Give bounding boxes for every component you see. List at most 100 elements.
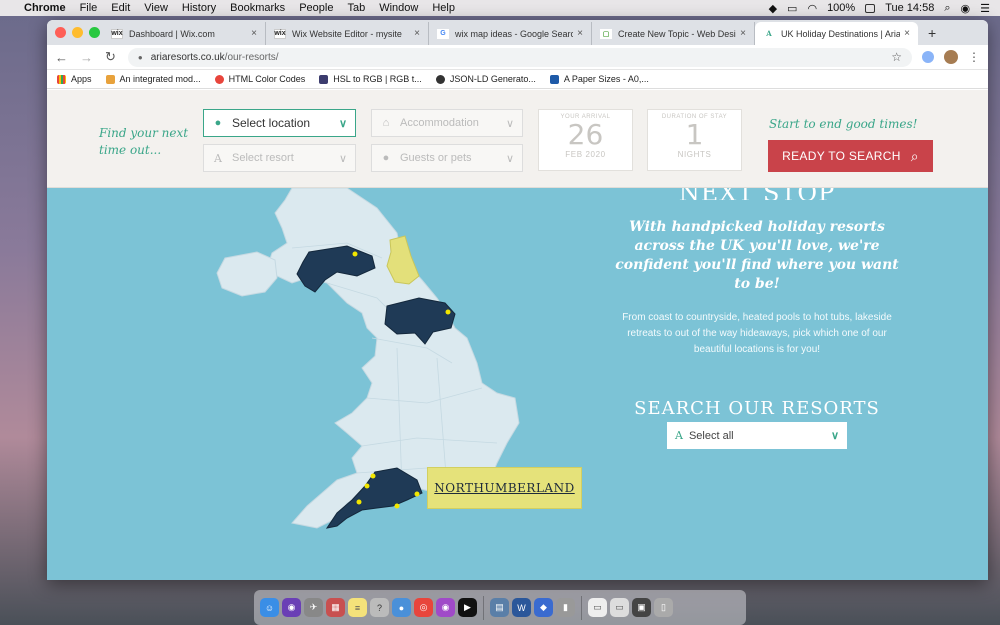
arrival-date-picker[interactable]: YOUR ARRIVAL 26 FEB 2020 [538,109,633,171]
xcode-icon[interactable]: ◆ [534,598,553,617]
forward-arrow-icon[interactable]: → [80,50,93,65]
address-path: /our-resorts/ [224,51,279,63]
siri-icon[interactable]: ◉ [961,2,971,15]
chrome-menu-icon[interactable]: ⋮ [968,50,980,64]
resort-marker[interactable] [394,503,400,509]
menu-history[interactable]: History [182,2,216,14]
bookmark-label: Apps [71,74,92,84]
menu-bookmarks[interactable]: Bookmarks [230,2,285,14]
chrome-window: wix Dashboard | Wix.com × wix Wix Websit… [47,20,988,580]
person-icon: ● [382,152,390,164]
utility-icon[interactable]: ▮ [556,598,575,617]
close-tab-icon[interactable]: × [577,28,583,39]
resort-marker[interactable] [370,473,376,479]
resort-marker[interactable] [356,499,362,505]
browser-toolbar: ← → ↻ ● ariaresorts.co.uk /our-resorts/ … [47,45,988,70]
menu-people[interactable]: People [299,2,333,14]
intro-blurb: From coast to countryside, heated pools … [622,312,892,355]
document-icon[interactable]: ▭ [588,598,607,617]
bookmark-label: An integrated mod... [119,74,201,84]
close-window-button[interactable] [55,27,66,38]
finder-icon[interactable]: ☺ [260,598,279,617]
menu-file[interactable]: File [80,2,98,14]
tab-wix-editor[interactable]: wix Wix Website Editor - mysite × [266,22,429,45]
battery-icon[interactable] [865,3,876,13]
bookmark-html-color-codes[interactable]: HTML Color Codes [214,74,306,84]
bookmark-favicon-icon [549,74,559,84]
bookmark-json-ld[interactable]: JSON-LD Generato... [435,74,536,84]
resort-marker[interactable] [414,491,420,497]
tab-title: Wix Website Editor - mysite [292,28,402,39]
extension-icon[interactable] [922,51,934,63]
trash-icon[interactable]: ▯ [654,598,673,617]
resort-marker[interactable] [352,251,358,257]
word-icon[interactable]: W [512,598,531,617]
wifi-icon[interactable]: ◠ [807,2,817,15]
search-tagline: Find your next time out... [99,126,189,157]
close-tab-icon[interactable]: × [904,28,910,39]
menubar-clock[interactable]: Tue 14:58 [885,2,934,14]
menu-edit[interactable]: Edit [111,2,130,14]
close-tab-icon[interactable]: × [414,28,420,39]
resort-marker[interactable] [445,309,451,315]
menu-view[interactable]: View [144,2,168,14]
podcasts-icon[interactable]: ◉ [436,598,455,617]
minimize-window-button[interactable] [72,27,83,38]
notes-icon[interactable]: ≡ [348,598,367,617]
uk-regions-map [216,188,520,529]
bookmark-paper-sizes[interactable]: A Paper Sizes - A0,... [549,74,649,84]
menu-tab[interactable]: Tab [347,2,365,14]
location-select[interactable]: ● Select location ∨ [203,109,356,137]
new-tab-button[interactable]: + [918,25,946,45]
airplay-icon[interactable]: ▭ [787,2,797,15]
zoom-window-button[interactable] [89,27,100,38]
menu-window[interactable]: Window [379,2,418,14]
arrival-month: FEB 2020 [565,150,606,159]
resort-marker[interactable] [364,483,370,489]
close-tab-icon[interactable]: × [251,28,257,39]
messages-icon[interactable]: ● [392,598,411,617]
help-icon[interactable]: ? [370,598,389,617]
duration-picker[interactable]: DURATION OF STAY 1 NIGHTS [647,109,742,171]
address-bar[interactable]: ● ariaresorts.co.uk /our-resorts/ ☆ [127,47,912,67]
guests-select[interactable]: ● Guests or pets ∨ [371,144,523,172]
back-arrow-icon[interactable]: ← [55,50,68,65]
lock-icon[interactable]: ● [138,53,143,62]
tab-aria-resorts[interactable]: A UK Holiday Destinations | Aria R × [755,22,918,45]
bookmark-hsl-to-rgb[interactable]: HSL to RGB | RGB t... [319,74,422,84]
bookmark-label: HTML Color Codes [228,74,306,84]
chrome-icon[interactable]: ◎ [414,598,433,617]
screenshot-icon[interactable]: ▣ [632,598,651,617]
tab-wix-dashboard[interactable]: wix Dashboard | Wix.com × [103,22,266,45]
northern-ireland-landmass [216,251,278,297]
spotlight-icon[interactable]: ⌕ [944,2,950,15]
siri-dock-icon[interactable]: ◉ [282,598,301,617]
document-icon[interactable]: ▭ [610,598,629,617]
bookmark-integrated-mod[interactable]: An integrated mod... [105,74,201,84]
close-tab-icon[interactable]: × [740,28,746,39]
bookmark-apps[interactable]: Apps [57,74,92,84]
menu-help[interactable]: Help [432,2,455,14]
chevron-down-icon: ∨ [338,152,347,165]
bookmark-star-icon[interactable]: ☆ [891,50,902,64]
region-select-all[interactable]: A Select all ∨ [667,422,847,449]
launchpad-icon[interactable]: ✈ [304,598,323,617]
accommodation-select[interactable]: ⌂ Accommodation ∨ [371,109,523,137]
reload-icon[interactable]: ↻ [105,49,116,65]
duration-value: 1 [685,118,704,151]
calendar-icon[interactable]: ▦ [326,598,345,617]
search-resorts-heading: SEARCH OUR RESORTS [634,398,880,419]
aria-logo-icon: A [214,151,222,165]
tab-google-search[interactable]: G wix map ideas - Google Search × [429,22,592,45]
region-tooltip[interactable]: NORTHUMBERLAND [427,467,582,509]
tab-web-design-topic[interactable]: ▢ Create New Topic - Web Design × [592,22,755,45]
apple-tv-icon[interactable]: ▶ [458,598,477,617]
menu-app-name[interactable]: Chrome [24,2,66,14]
preview-icon[interactable]: ▤ [490,598,509,617]
profile-avatar[interactable] [944,50,958,64]
resort-select[interactable]: A Select resort ∨ [203,144,356,172]
wix-favicon-icon: wix [111,28,123,39]
ready-to-search-button[interactable]: READY TO SEARCH ⌕ [768,140,933,172]
dropbox-icon[interactable]: ◆ [769,2,777,15]
notification-center-icon[interactable]: ☰ [980,2,990,15]
